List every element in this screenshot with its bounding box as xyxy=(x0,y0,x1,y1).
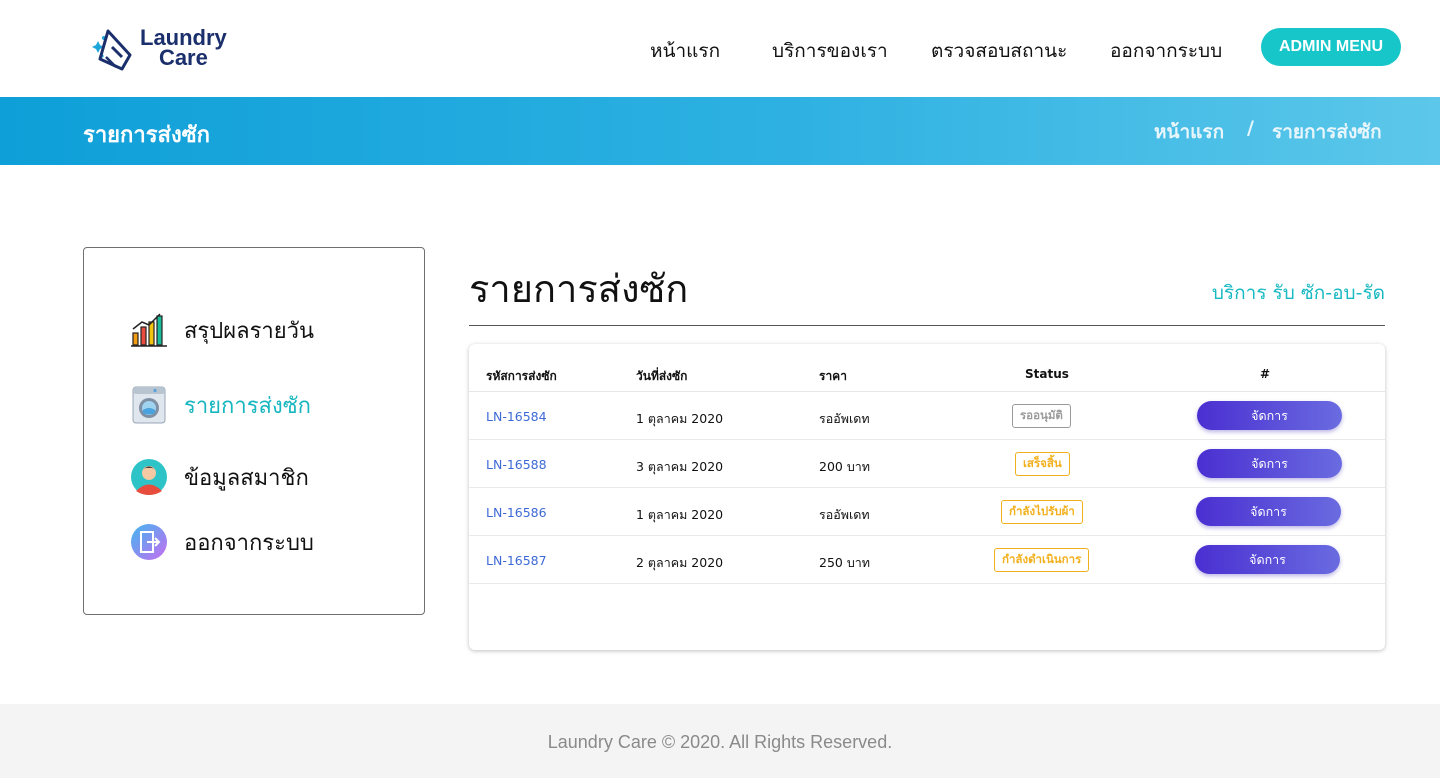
washing-machine-icon xyxy=(130,386,168,424)
status-badge: เสร็จสิ้น xyxy=(1015,452,1070,476)
order-price: รออัพเดท xyxy=(819,507,870,522)
header-code: รหัสการส่งซัก xyxy=(486,369,557,383)
order-code-link[interactable]: LN-16584 xyxy=(486,409,547,424)
logout-door-icon xyxy=(130,523,168,561)
header-action: # xyxy=(1260,367,1271,381)
nav-logout[interactable]: ออกจากระบบ xyxy=(1110,36,1222,66)
sidebar-item-daily-summary[interactable]: สรุปผลรายวัน xyxy=(130,311,314,349)
page-title: รายการส่งซัก xyxy=(83,123,210,148)
section-title: รายการส่งซัก xyxy=(469,267,689,311)
sidebar-item-laundry-list[interactable]: รายการส่งซัก xyxy=(130,386,311,424)
order-code-link[interactable]: LN-16587 xyxy=(486,553,547,568)
chart-bars-icon xyxy=(130,311,168,349)
manage-button[interactable]: จัดการ xyxy=(1195,545,1340,574)
order-date: 2 ตุลาคม 2020 xyxy=(636,555,724,570)
table-row: LN-16584 1 ตุลาคม 2020 รออัพเดท รออนุมัต… xyxy=(469,392,1385,440)
manage-button[interactable]: จัดการ xyxy=(1197,401,1342,430)
sidebar-item-label: ออกจากระบบ xyxy=(184,530,314,556)
table-row: LN-16586 1 ตุลาคม 2020 รออัพเดท กำลังไปร… xyxy=(469,488,1385,536)
manage-button[interactable]: จัดการ xyxy=(1197,449,1342,478)
breadcrumb-current: รายการส่งซัก xyxy=(1272,121,1382,143)
nav-home[interactable]: หน้าแรก xyxy=(650,36,720,66)
copyright-text: Laundry Care © 2020. All Rights Reserved… xyxy=(547,732,893,752)
breadcrumb-home[interactable]: หน้าแรก xyxy=(1154,117,1224,147)
breadcrumb-separator: / xyxy=(1247,117,1254,139)
page-banner: รายการส่งซัก หน้าแรก / รายการส่งซัก xyxy=(0,97,1440,165)
sidebar-item-label: รายการส่งซัก xyxy=(184,393,311,419)
nav-services[interactable]: บริการของเรา xyxy=(772,36,888,66)
order-code-link[interactable]: LN-16588 xyxy=(486,457,547,472)
order-price: 250 บาท xyxy=(819,555,871,570)
main-nav: หน้าแรก บริการของเรา ตรวจสอบสถานะ ออกจาก… xyxy=(0,36,1440,62)
order-price: รออัพเดท xyxy=(819,411,870,426)
order-date: 3 ตุลาคม 2020 xyxy=(636,459,724,474)
order-date: 1 ตุลาคม 2020 xyxy=(636,411,724,426)
order-code-link[interactable]: LN-16586 xyxy=(486,505,547,520)
top-header: Laundry Care หน้าแรก บริการของเรา ตรวจสอ… xyxy=(0,0,1440,97)
order-price: 200 บาท xyxy=(819,459,871,474)
table-row: LN-16588 3 ตุลาคม 2020 200 บาท เสร็จสิ้น… xyxy=(469,440,1385,488)
orders-table-card: รหัสการส่งซัก วันที่ส่งซัก ราคา Status #… xyxy=(469,344,1385,650)
order-date: 1 ตุลาคม 2020 xyxy=(636,507,724,522)
header-status: Status xyxy=(1025,367,1069,381)
status-badge: รออนุมัติ xyxy=(1012,404,1071,428)
table-header: รหัสการส่งซัก วันที่ส่งซัก ราคา Status # xyxy=(469,344,1385,392)
status-badge: กำลังไปรับผ้า xyxy=(1001,500,1083,524)
manage-button[interactable]: จัดการ xyxy=(1196,497,1341,526)
admin-menu-button[interactable]: ADMIN MENU xyxy=(1261,28,1401,66)
page-footer: Laundry Care © 2020. All Rights Reserved… xyxy=(0,704,1440,778)
nav-check-status[interactable]: ตรวจสอบสถานะ xyxy=(931,36,1067,66)
table-row: LN-16587 2 ตุลาคม 2020 250 บาท กำลังดำเน… xyxy=(469,536,1385,584)
sidebar-item-label: สรุปผลรายวัน xyxy=(184,318,315,344)
status-badge: กำลังดำเนินการ xyxy=(994,548,1090,572)
sidebar-item-label: ข้อมูลสมาชิก xyxy=(184,465,309,491)
header-price: ราคา xyxy=(819,369,847,383)
section-subtitle: บริการ รับ ซัก-อบ-รัด xyxy=(1211,282,1385,304)
sidebar-item-member-info[interactable]: ข้อมูลสมาชิก xyxy=(130,458,309,496)
sidebar-menu: สรุปผลรายวัน รายการส่งซัก ข้อมูลสมาชิก อ… xyxy=(83,247,425,615)
header-date: วันที่ส่งซัก xyxy=(636,369,688,383)
sidebar-item-logout[interactable]: ออกจากระบบ xyxy=(130,523,314,561)
user-avatar-icon xyxy=(130,458,168,496)
section-divider xyxy=(469,325,1385,326)
